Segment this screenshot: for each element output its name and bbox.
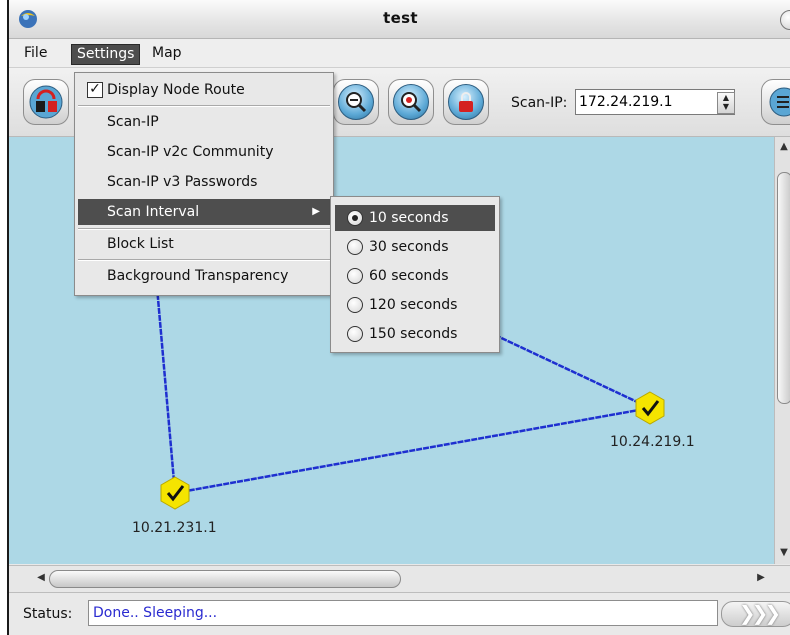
- menu-button[interactable]: [761, 79, 790, 125]
- radio-icon[interactable]: [347, 268, 363, 284]
- option-label: 30 seconds: [369, 239, 449, 255]
- forward-arrows-icon[interactable]: ❯❯❯: [721, 601, 790, 627]
- disconnect-button[interactable]: [23, 79, 69, 125]
- zoom-in-icon: [401, 92, 422, 113]
- checkbox-checked-icon[interactable]: ✓: [87, 82, 103, 98]
- app-window: test File Settings Map Scan-IP: 172.24.2…: [7, 0, 790, 635]
- scroll-up-icon[interactable]: ▲: [775, 141, 790, 152]
- option-label: 60 seconds: [369, 268, 449, 284]
- menu-map[interactable]: Map: [147, 44, 187, 63]
- menu-icon: [769, 87, 790, 117]
- menu-item-background-transparency[interactable]: Background Transparency: [78, 263, 330, 289]
- option-60-seconds[interactable]: 60 seconds: [335, 263, 495, 289]
- settings-menu: ✓ Display Node Route Scan-IP Scan-IP v2c…: [74, 72, 334, 296]
- radio-icon[interactable]: [347, 239, 363, 255]
- status-text: Done.. Sleeping...: [88, 600, 718, 626]
- submenu-arrow-icon: ▶: [312, 206, 320, 217]
- horizontal-scrollbar[interactable]: ◀ ▶: [9, 565, 790, 593]
- scan-ip-input[interactable]: [575, 89, 735, 115]
- menu-item-scan-ip[interactable]: Scan-IP: [78, 109, 330, 135]
- scroll-down-icon[interactable]: ▼: [775, 547, 790, 558]
- menu-item-display-node-route[interactable]: ✓ Display Node Route: [78, 77, 330, 103]
- node-label: 10.24.219.1: [610, 434, 695, 450]
- node-icon[interactable]: [160, 476, 190, 510]
- status-bar: Status: Done.. Sleeping... ❯❯❯: [9, 594, 790, 635]
- menu-item-label: Display Node Route: [107, 82, 245, 98]
- link-line: [155, 286, 177, 494]
- scroll-left-icon[interactable]: ◀: [35, 572, 47, 583]
- link-line: [174, 406, 651, 495]
- zoom-out-button[interactable]: [333, 79, 379, 125]
- lock-button[interactable]: [443, 79, 489, 125]
- node-label: 10.21.231.1: [132, 520, 217, 536]
- menu-divider: [78, 228, 330, 230]
- menu-item-scan-ip-v2c[interactable]: Scan-IP v2c Community: [78, 139, 330, 165]
- vertical-scrollbar[interactable]: ▲ ▼: [774, 137, 790, 564]
- scroll-right-icon[interactable]: ▶: [755, 572, 767, 583]
- scan-ip-stepper[interactable]: ▲ ▼: [717, 92, 735, 114]
- lock-icon: [459, 92, 473, 112]
- radio-icon[interactable]: [347, 297, 363, 313]
- menu-bar: File Settings Map: [9, 39, 790, 68]
- zoom-in-button[interactable]: [388, 79, 434, 125]
- menu-divider: [78, 259, 330, 261]
- scan-ip-label: Scan-IP:: [511, 95, 568, 111]
- link-line: [494, 333, 651, 410]
- option-label: 150 seconds: [369, 326, 458, 342]
- option-10-seconds[interactable]: 10 seconds: [335, 205, 495, 231]
- menu-item-block-list[interactable]: Block List: [78, 231, 330, 257]
- horizontal-scroll-thumb[interactable]: [49, 570, 401, 588]
- zoom-out-icon: [346, 92, 367, 113]
- option-30-seconds[interactable]: 30 seconds: [335, 234, 495, 260]
- menu-item-scan-ip-v3[interactable]: Scan-IP v3 Passwords: [78, 169, 330, 195]
- node-icon[interactable]: [635, 391, 665, 425]
- menu-file[interactable]: File: [19, 44, 52, 63]
- menu-item-label: Scan Interval: [107, 204, 200, 220]
- window-title: test: [383, 9, 418, 27]
- disconnect-icon: [29, 85, 63, 119]
- menu-item-scan-interval[interactable]: Scan Interval ▶: [78, 199, 330, 225]
- option-120-seconds[interactable]: 120 seconds: [335, 292, 495, 318]
- option-label: 10 seconds: [369, 210, 449, 226]
- option-150-seconds[interactable]: 150 seconds: [335, 321, 495, 347]
- status-label: Status:: [23, 606, 73, 622]
- scan-interval-submenu: 10 seconds 30 seconds 60 seconds 120 sec…: [330, 196, 500, 353]
- title-bar: test: [9, 0, 790, 39]
- vertical-scroll-thumb[interactable]: [777, 172, 790, 404]
- menu-divider: [78, 105, 330, 107]
- option-label: 120 seconds: [369, 297, 458, 313]
- radio-selected-icon[interactable]: [347, 210, 363, 226]
- window-control-button[interactable]: [780, 10, 790, 30]
- radio-icon[interactable]: [347, 326, 363, 342]
- menu-settings[interactable]: Settings: [71, 44, 141, 65]
